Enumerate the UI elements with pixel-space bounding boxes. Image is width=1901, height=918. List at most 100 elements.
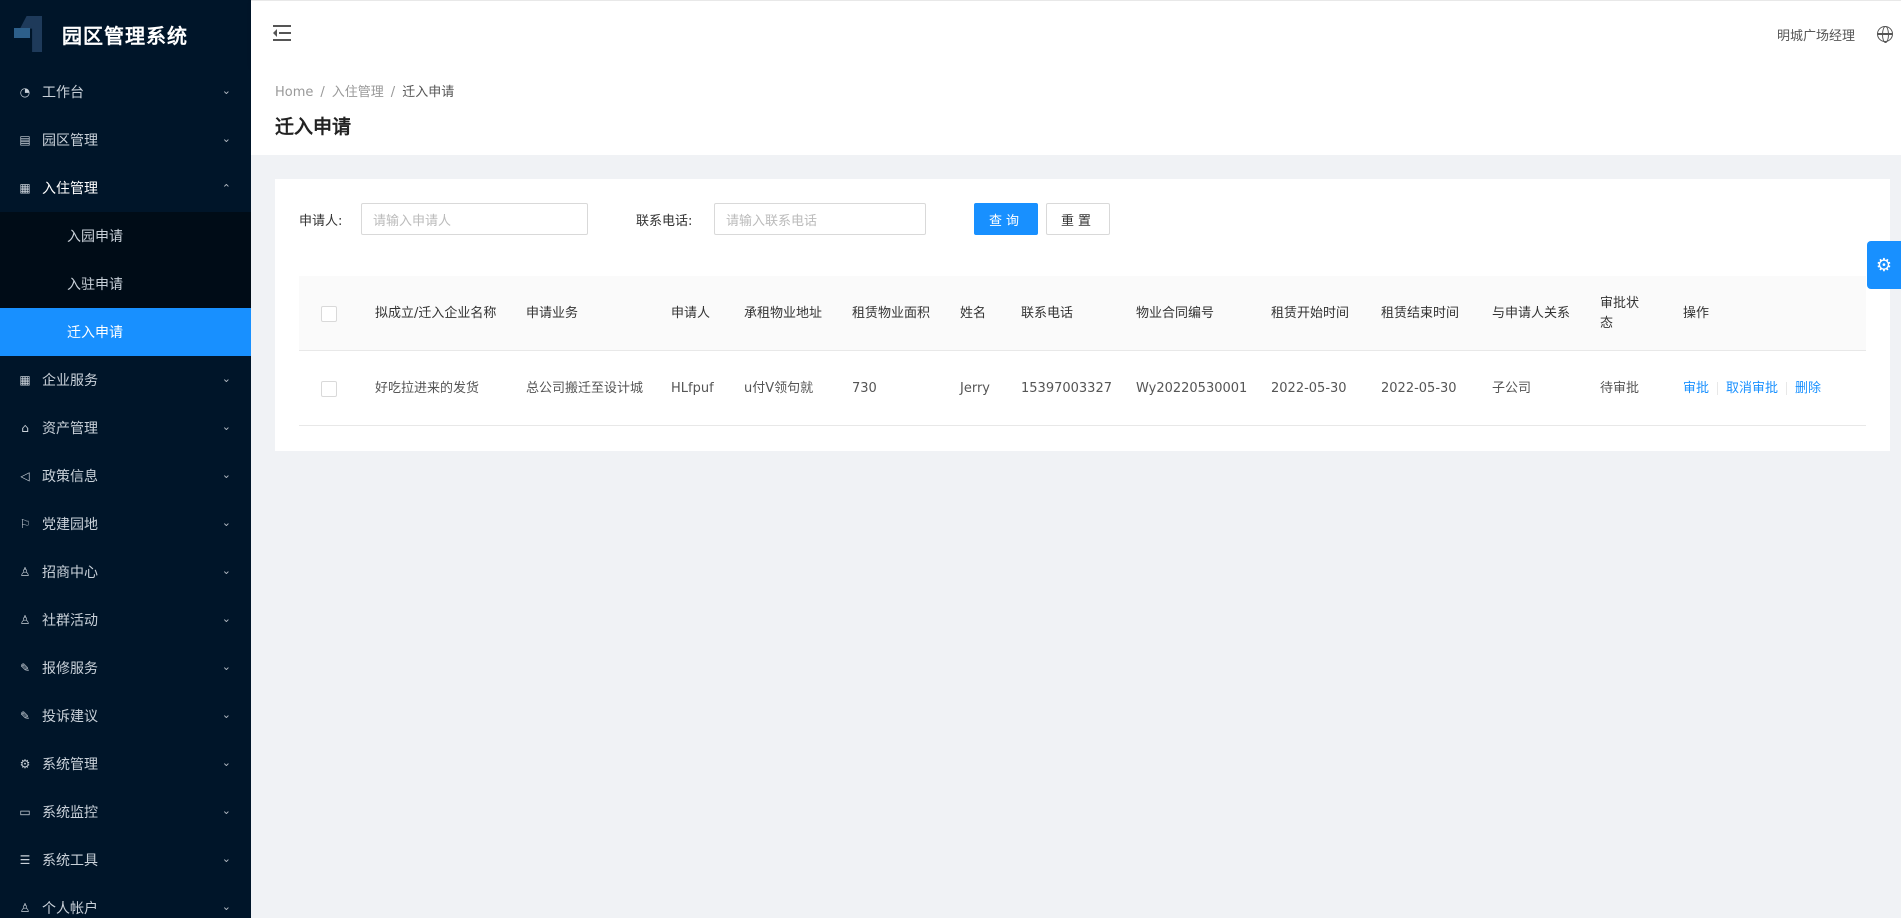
sidebar-item-system[interactable]: ⚙ 系统管理 ⌄ bbox=[0, 740, 251, 788]
sidebar-item-complaint[interactable]: ✎ 投诉建议 ⌄ bbox=[0, 692, 251, 740]
sidebar-item-checkin[interactable]: ▦ 入住管理 ⌃ bbox=[0, 164, 251, 212]
breadcrumb-checkin[interactable]: 入住管理 bbox=[332, 85, 384, 100]
chevron-down-icon: ⌄ bbox=[221, 132, 231, 145]
sidebar-subitem-park-apply[interactable]: 入园申请 bbox=[0, 212, 251, 260]
sidebar-item-label: 报修服务 bbox=[42, 661, 98, 677]
chevron-down-icon: ⌄ bbox=[221, 564, 231, 577]
chevron-down-icon: ⌄ bbox=[221, 708, 231, 721]
user-menu[interactable]: 明城广场经理 bbox=[1777, 25, 1855, 44]
col-status: 审批状态 bbox=[1600, 295, 1640, 331]
list-icon: ☰ bbox=[19, 853, 31, 867]
settings-gear-icon[interactable]: ⚙ bbox=[1867, 241, 1901, 289]
cell-area: 730 bbox=[852, 380, 877, 396]
sidebar-item-label: 系统监控 bbox=[42, 805, 98, 821]
video-icon: ▭ bbox=[19, 805, 31, 819]
delete-link[interactable]: 删除 bbox=[1795, 379, 1821, 399]
chevron-down-icon: ⌄ bbox=[221, 900, 231, 913]
search-form: 申请人: 请输入申请人 联系电话: 请输入联系电话 查询 重置 bbox=[299, 203, 1110, 235]
company-link[interactable]: 好吃拉进来的发货 bbox=[375, 351, 515, 426]
cell-name: Jerry bbox=[960, 380, 990, 396]
cell-relation: 子公司 bbox=[1492, 380, 1532, 396]
col-applicant: 申请人 bbox=[671, 305, 711, 321]
sidebar-item-label: 个人帐户 bbox=[42, 901, 98, 917]
applicant-input[interactable]: 请输入申请人 bbox=[361, 203, 588, 235]
sidebar-item-label: 招商中心 bbox=[42, 565, 98, 581]
select-all-checkbox[interactable] bbox=[321, 276, 341, 351]
sidebar-item-label: 工作台 bbox=[42, 85, 84, 101]
edit-icon: ✎ bbox=[19, 709, 31, 723]
chevron-down-icon: ⌄ bbox=[221, 852, 231, 865]
table-row: 好吃拉进来的发货 总公司搬迁至设计城 HLfpuf u付V领句就 730 Jer… bbox=[299, 351, 1866, 426]
cell-end: 2022-05-30 bbox=[1381, 380, 1457, 396]
data-table: 拟成立/迁入企业名称 申请业务 申请人 承租物业地址 租赁物业面积 姓名 联系电… bbox=[299, 276, 1866, 426]
sidebar-item-repair[interactable]: ✎ 报修服务 ⌄ bbox=[0, 644, 251, 692]
breadcrumb-home[interactable]: Home bbox=[275, 85, 313, 100]
col-company: 拟成立/迁入企业名称 bbox=[375, 305, 497, 321]
cell-contract: Wy20220530001 bbox=[1136, 380, 1248, 396]
megaphone-icon: ◁ bbox=[20, 469, 30, 483]
grid-icon: ▦ bbox=[19, 373, 31, 387]
sidebar-item-account[interactable]: ♙ 个人帐户 ⌄ bbox=[0, 884, 251, 918]
reset-button[interactable]: 重置 bbox=[1046, 203, 1110, 235]
submenu-checkin: 入园申请 入驻申请 迁入申请 bbox=[0, 212, 251, 356]
sidebar-item-label: 投诉建议 bbox=[42, 709, 98, 725]
chevron-down-icon: ⌄ bbox=[221, 372, 231, 385]
cell-address: u付V领句就 bbox=[744, 380, 814, 396]
document-icon: ▦ bbox=[19, 181, 31, 195]
chevron-up-icon: ⌃ bbox=[221, 182, 231, 195]
dashboard-icon: ◔ bbox=[19, 85, 31, 99]
wrench-icon: ✎ bbox=[19, 661, 31, 675]
app-logo bbox=[14, 14, 48, 54]
query-button[interactable]: 查询 bbox=[974, 203, 1038, 235]
col-end: 租赁结束时间 bbox=[1381, 305, 1460, 321]
sidebar-item-label: 入住管理 bbox=[42, 181, 98, 197]
cell-status: 待审批 bbox=[1600, 380, 1640, 396]
sidebar-item-park[interactable]: ▤ 园区管理 ⌄ bbox=[0, 116, 251, 164]
sidebar-subitem-move-in-apply[interactable]: 迁入申请 bbox=[0, 308, 251, 356]
user-icon: ♙ bbox=[19, 901, 31, 915]
sidebar-item-community[interactable]: ♙ 社群活动 ⌄ bbox=[0, 596, 251, 644]
sidebar-item-tools[interactable]: ☰ 系统工具 ⌄ bbox=[0, 836, 251, 884]
sidebar-subitem-settle-apply[interactable]: 入驻申请 bbox=[0, 260, 251, 308]
breadcrumb-current: 迁入申请 bbox=[402, 85, 455, 100]
table-header: 拟成立/迁入企业名称 申请业务 申请人 承租物业地址 租赁物业面积 姓名 联系电… bbox=[299, 276, 1866, 351]
menu-fold-icon[interactable] bbox=[273, 25, 291, 41]
sidebar-item-label: 党建园地 bbox=[42, 517, 98, 533]
col-start: 租赁开始时间 bbox=[1271, 305, 1350, 321]
chevron-down-icon: ⌄ bbox=[221, 516, 231, 529]
building-icon: ▤ bbox=[19, 133, 31, 147]
content-card: 申请人: 请输入申请人 联系电话: 请输入联系电话 查询 重置 拟成立/迁入企业… bbox=[275, 179, 1890, 451]
sidebar-item-policy[interactable]: ◁ 政策信息 ⌄ bbox=[0, 452, 251, 500]
cell-applicant: HLfpuf bbox=[671, 380, 714, 396]
sidebar-item-party[interactable]: ⚐ 党建园地 ⌄ bbox=[0, 500, 251, 548]
top-header: 明城广场经理 bbox=[251, 0, 1901, 67]
sidebar-item-workbench[interactable]: ◔ 工作台 ⌄ bbox=[0, 68, 251, 116]
chevron-down-icon: ⌄ bbox=[221, 420, 231, 433]
sidebar-item-investment[interactable]: ♙ 招商中心 ⌄ bbox=[0, 548, 251, 596]
col-relation: 与申请人关系 bbox=[1492, 305, 1571, 321]
sidebar-item-assets[interactable]: ⌂ 资产管理 ⌄ bbox=[0, 404, 251, 452]
page-title: 迁入申请 bbox=[275, 116, 352, 138]
col-area: 租赁物业面积 bbox=[852, 305, 931, 321]
col-contract: 物业合同编号 bbox=[1136, 305, 1215, 321]
phone-input[interactable]: 请输入联系电话 bbox=[714, 203, 926, 235]
col-business: 申请业务 bbox=[526, 305, 579, 321]
sidebar-item-enterprise-service[interactable]: ▦ 企业服务 ⌄ bbox=[0, 356, 251, 404]
row-checkbox[interactable] bbox=[321, 351, 341, 426]
gear-icon: ⚙ bbox=[19, 757, 31, 771]
col-address: 承租物业地址 bbox=[744, 305, 823, 321]
sidebar: 园区管理系统 ◔ 工作台 ⌄ ▤ 园区管理 ⌄ ▦ 入住管理 ⌃ 入园申请 入驻… bbox=[0, 0, 251, 918]
flag-icon: ⚐ bbox=[19, 517, 31, 531]
globe-icon[interactable] bbox=[1877, 26, 1893, 43]
sidebar-item-monitor[interactable]: ▭ 系统监控 ⌄ bbox=[0, 788, 251, 836]
col-name: 姓名 bbox=[960, 305, 987, 321]
breadcrumb: Home / 入住管理 / 迁入申请 bbox=[275, 85, 455, 100]
col-actions: 操作 bbox=[1683, 305, 1710, 321]
approve-link[interactable]: 审批 bbox=[1683, 379, 1709, 399]
user-search-icon: ♙ bbox=[19, 565, 31, 579]
sidebar-item-label: 系统工具 bbox=[42, 853, 98, 869]
chevron-down-icon: ⌄ bbox=[221, 660, 231, 673]
cancel-approve-link[interactable]: 取消审批 bbox=[1726, 379, 1778, 399]
phone-label: 联系电话: bbox=[636, 213, 693, 229]
cell-business: 总公司搬迁至设计城 bbox=[526, 380, 644, 396]
